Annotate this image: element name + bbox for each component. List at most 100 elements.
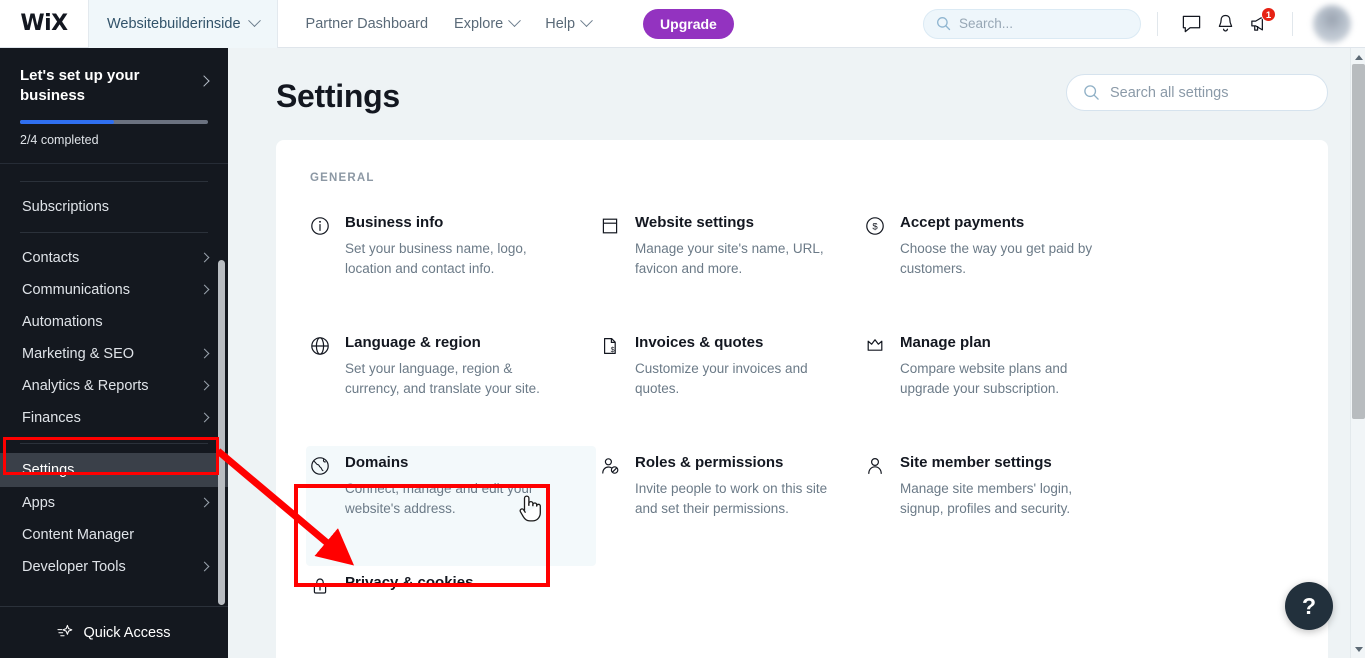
sidebar-item-marketing-seo[interactable]: Marketing & SEO: [20, 338, 210, 370]
section-label-general: GENERAL: [310, 172, 375, 184]
invoice-icon: $: [600, 334, 622, 428]
card-text: Site member settings Manage site members…: [900, 454, 1095, 548]
card-description: Manage your site's name, URL, favicon an…: [635, 241, 824, 276]
globe-icon: [310, 334, 332, 428]
setup-progress-block[interactable]: Let's set up your business 2/4 completed: [0, 48, 228, 164]
search-icon: [937, 17, 951, 31]
setup-header-row: Let's set up your business: [20, 66, 210, 107]
top-bar-right-cluster: Search... 1: [923, 0, 1365, 48]
avatar[interactable]: [1313, 4, 1351, 43]
scroll-up-arrow-icon[interactable]: [1351, 50, 1365, 64]
card-text: Invoices & quotes Customize your invoice…: [635, 334, 830, 428]
settings-search-input[interactable]: Search all settings: [1066, 74, 1328, 111]
bell-icon[interactable]: [1208, 7, 1242, 41]
card-description: Manage site members' login, signup, prof…: [900, 481, 1073, 516]
quick-access-button[interactable]: Quick Access: [0, 606, 228, 658]
divider: [20, 442, 208, 444]
svg-text:$: $: [611, 347, 615, 354]
card-text: Roles & permissions Invite people to wor…: [635, 454, 830, 548]
card-description: Set your business name, logo, location a…: [345, 241, 527, 276]
card-manage-plan[interactable]: Manage plan Compare website plans and up…: [861, 326, 1161, 446]
sidebar-item-label: Subscriptions: [22, 198, 110, 215]
chat-bubble-icon: [1182, 15, 1200, 33]
chat-icon[interactable]: [1174, 7, 1208, 41]
card-domains[interactable]: Domains Connect, manage and edit your we…: [306, 446, 596, 566]
top-navigation-bar: WiX Websitebuilderinside Partner Dashboa…: [0, 0, 1365, 48]
setup-progress-track: [20, 119, 208, 124]
sidebar-item-settings[interactable]: Settings: [0, 452, 228, 487]
help-button[interactable]: ?: [1285, 582, 1333, 630]
card-text: Domains Connect, manage and edit your we…: [345, 454, 540, 548]
sidebar-item-analytics-reports[interactable]: Analytics & Reports: [20, 370, 210, 402]
settings-card-grid: Business info Set your business name, lo…: [276, 206, 1328, 658]
card-title: Site member settings: [900, 454, 1052, 471]
main-content: Settings Search all settings GENERAL Bus…: [228, 48, 1365, 658]
card-invoices-quotes[interactable]: $ Invoices & quotes Customize your invoi…: [596, 326, 861, 446]
sparkle-star-icon: [57, 624, 73, 637]
info-circle-icon: [310, 214, 332, 308]
setup-progress-label: 2/4 completed: [20, 132, 99, 147]
page-header: Settings Search all settings: [228, 48, 1365, 115]
card-roles-permissions[interactable]: Roles & permissions Invite people to wor…: [596, 446, 861, 566]
setup-progress-fill: [20, 119, 114, 124]
sidebar-item-subscriptions[interactable]: Subscriptions: [20, 191, 208, 223]
card-privacy-cookies[interactable]: Privacy & cookies: [306, 566, 596, 658]
scroll-down-arrow-icon[interactable]: [1351, 642, 1365, 656]
chevron-right-icon: [199, 497, 210, 508]
sidebar-item-label: Settings: [22, 461, 75, 478]
sidebar-item-label: Communications: [22, 281, 130, 298]
card-text: Accept payments Choose the way you get p…: [900, 214, 1095, 308]
card-description: Invite people to work on this site and s…: [635, 481, 828, 516]
notification-badge: 1: [1261, 6, 1276, 22]
sidebar-scrollbar-thumb[interactable]: [218, 260, 225, 605]
nav-explore-label: Explore: [454, 15, 504, 32]
card-title: Business info: [345, 214, 444, 231]
card-title: Website settings: [635, 214, 754, 231]
nav-partner-dashboard[interactable]: Partner Dashboard: [306, 16, 429, 32]
card-language-region[interactable]: Language & region Set your language, reg…: [306, 326, 596, 446]
page-scrollbar[interactable]: [1350, 48, 1365, 658]
sidebar-item-label: Content Manager: [22, 526, 135, 543]
megaphone-icon[interactable]: 1: [1242, 6, 1276, 41]
sidebar-nav: Subscriptions Contacts Communications Au…: [0, 164, 228, 583]
sidebar-item-finances[interactable]: Finances: [20, 402, 210, 434]
person-icon: [865, 454, 887, 548]
sidebar-item-automations[interactable]: Automations: [20, 306, 208, 338]
sidebar-item-content-manager[interactable]: Content Manager: [20, 519, 208, 551]
global-search-input[interactable]: Search...: [923, 8, 1141, 39]
card-business-info[interactable]: Business info Set your business name, lo…: [306, 206, 596, 326]
triangle-down-icon: [1354, 646, 1363, 652]
window-icon: [600, 214, 622, 308]
sidebar-item-communications[interactable]: Communications: [20, 274, 210, 306]
wix-dashboard-screen: WiX Websitebuilderinside Partner Dashboa…: [0, 0, 1365, 658]
global-search-placeholder: Search...: [959, 16, 1014, 31]
sidebar-item-label: Developer Tools: [22, 558, 126, 575]
card-title: Privacy & cookies: [345, 574, 474, 591]
sidebar-item-contacts[interactable]: Contacts: [20, 242, 210, 274]
page-scrollbar-thumb[interactable]: [1352, 64, 1365, 419]
card-site-member-settings[interactable]: Site member settings Manage site members…: [861, 446, 1161, 566]
svg-text:$: $: [872, 222, 878, 233]
left-sidebar: Let's set up your business 2/4 completed…: [0, 48, 228, 658]
sidebar-item-developer-tools[interactable]: Developer Tools: [20, 551, 210, 583]
divider: [1157, 11, 1158, 36]
card-description: Choose the way you get paid by customers…: [900, 241, 1093, 276]
sidebar-item-apps[interactable]: Apps: [20, 487, 210, 519]
sidebar-item-label: Contacts: [22, 249, 80, 266]
upgrade-button[interactable]: Upgrade: [643, 8, 734, 39]
wix-logo[interactable]: WiX: [0, 0, 88, 48]
nav-explore[interactable]: Explore: [454, 14, 522, 32]
site-name-label: Websitebuilderinside: [107, 15, 241, 32]
card-text: Manage plan Compare website plans and up…: [900, 334, 1095, 428]
page-title: Settings: [276, 78, 400, 114]
card-accept-payments[interactable]: $ Accept payments Choose the way you get…: [861, 206, 1161, 326]
nav-help[interactable]: Help: [545, 14, 593, 32]
chevron-down-icon: [580, 14, 593, 28]
divider: [20, 231, 208, 233]
chevron-right-icon: [199, 561, 210, 572]
card-title: Language & region: [345, 334, 481, 351]
site-selector-tab[interactable]: Websitebuilderinside: [88, 0, 278, 48]
card-website-settings[interactable]: Website settings Manage your site's name…: [596, 206, 861, 326]
nav-partner-dashboard-label: Partner Dashboard: [305, 15, 429, 32]
chevron-right-icon: [199, 348, 210, 359]
